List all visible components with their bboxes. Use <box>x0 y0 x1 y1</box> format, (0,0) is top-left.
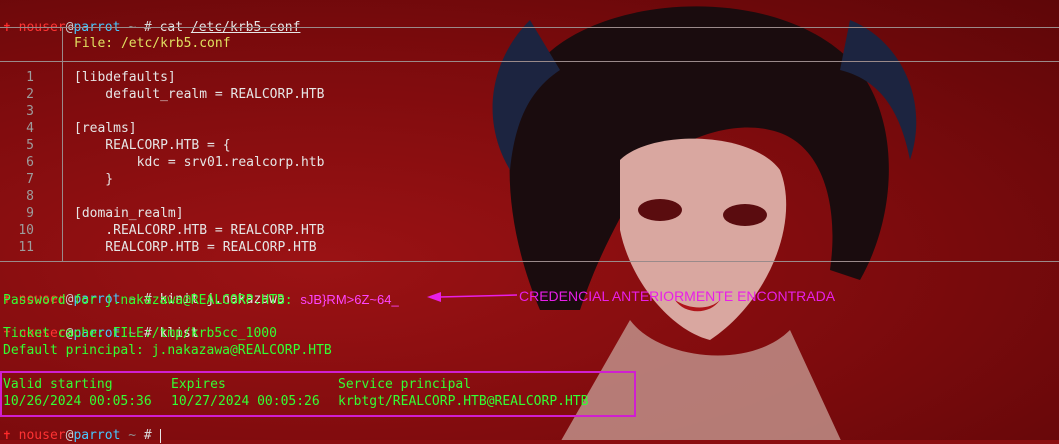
annotation-text: CREDENCIAL ANTERIORMENTE ENCONTRADA <box>519 288 836 304</box>
file-code-line: [domain_realm] <box>74 206 184 221</box>
file-code-line: } <box>74 172 114 187</box>
cell-expires: 10/27/2024 00:05:26 <box>171 394 320 409</box>
header-expires: Expires <box>171 377 226 392</box>
line-number: 11 <box>18 240 34 255</box>
prompt-line-kinit: ✝ nouser@parrot ~ # kinit j.nakazawa <box>3 274 285 307</box>
line-number: 4 <box>26 121 34 136</box>
prompt-cross-icon: ✝ <box>3 428 11 443</box>
prompt-symbol: # <box>143 428 152 443</box>
cell-service-principal: krbtgt/REALCORP.HTB@REALCORP.HTB <box>338 394 589 409</box>
kinit-password-line: Password for j.nakazawa@REALCORP.HTB: sJ… <box>3 291 399 308</box>
text-cursor[interactable] <box>159 428 161 443</box>
file-header: File: /etc/krb5.conf <box>74 36 231 51</box>
prompt-user: nouser <box>18 428 66 443</box>
prompt-line-final[interactable]: ✝ nouser@parrot ~ # <box>3 410 161 443</box>
prompt-path: ~ <box>128 428 137 443</box>
cell-valid-starting: 10/26/2024 00:05:36 <box>3 394 152 409</box>
line-number: 9 <box>26 206 34 221</box>
line-number: 3 <box>26 104 34 119</box>
frame-bottom-divider <box>0 261 1059 262</box>
line-number: 7 <box>26 172 34 187</box>
file-code-line: REALCORP.HTB = { <box>74 138 231 153</box>
file-code-line: REALCORP.HTB = REALCORP.HTB <box>74 240 317 255</box>
ticket-cache-line: Ticket cache: FILE:/tmp/krb5cc_1000 <box>3 326 277 341</box>
file-code-line: [realms] <box>74 121 137 136</box>
line-number: 2 <box>26 87 34 102</box>
password-value: sJB}RM>6Z~64_ <box>300 292 399 307</box>
prompt-line-cat: ✝ nouser@parrot ~ # cat /etc/krb5.conf <box>3 2 300 35</box>
header-service-principal: Service principal <box>338 377 472 392</box>
line-number: 5 <box>26 138 34 153</box>
eye-left <box>638 199 682 221</box>
file-code-line: default_realm = REALCORP.HTB <box>74 87 325 102</box>
line-number: 10 <box>18 223 34 238</box>
prompt-line-klist: ✝ nouser@parrot ~ # klist <box>3 308 199 341</box>
line-number: 1 <box>26 70 34 85</box>
frame-top-divider <box>0 27 1059 28</box>
file-code-line: kdc = srv01.realcorp.htb <box>74 155 325 170</box>
default-principal-line: Default principal: j.nakazawa@REALCORP.H… <box>3 343 332 358</box>
line-number: 8 <box>26 189 34 204</box>
line-number-divider <box>62 28 63 261</box>
header-valid-starting: Valid starting <box>3 377 113 392</box>
frame-header-divider <box>0 61 1059 62</box>
file-code-line: .REALCORP.HTB = REALCORP.HTB <box>74 223 325 238</box>
annotation-arrow-icon <box>427 292 518 302</box>
password-label: Password for j.nakazawa@REALCORP.HTB: <box>3 293 293 308</box>
line-number: 6 <box>26 155 34 170</box>
file-code-line: [libdefaults] <box>74 70 176 85</box>
eye-right <box>723 204 767 226</box>
prompt-host: parrot <box>73 428 121 443</box>
